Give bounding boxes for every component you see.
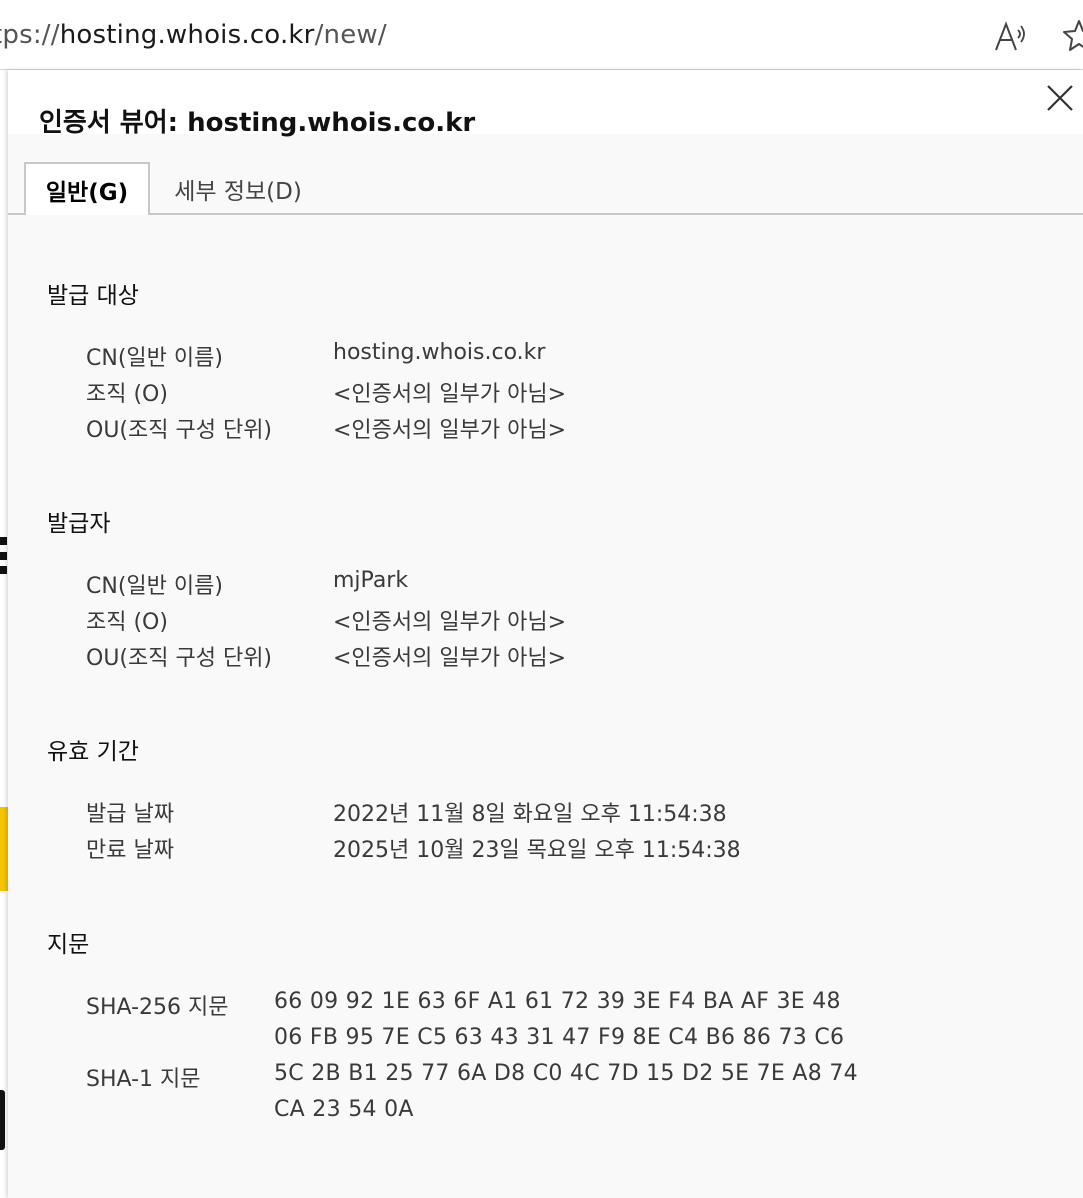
- address-bar[interactable]: tps://hosting.whois.co.kr/new/: [0, 0, 1083, 70]
- sha1-value-line2: CA 23 54 0A: [274, 1097, 414, 1122]
- issued-to-o-value: <인증서의 일부가 아님>: [333, 382, 567, 407]
- issued-by-o-value: <인증서의 일부가 아님>: [333, 610, 567, 635]
- tab-bar: 일반(G) 세부 정보(D): [8, 162, 1083, 215]
- issued-by-o-label: 조직 (O): [86, 610, 168, 635]
- sha256-label: SHA-256 지문: [86, 995, 229, 1020]
- sha1-value-line1: 5C 2B B1 25 77 6A D8 C0 4C 7D 15 D2 5E 7…: [274, 1061, 858, 1086]
- url-path: /new/: [314, 20, 387, 50]
- tab-details[interactable]: 세부 정보(D): [168, 162, 308, 215]
- dialog-title: 인증서 뷰어: hosting.whois.co.kr: [39, 108, 476, 138]
- tab-general[interactable]: 일반(G): [24, 162, 150, 215]
- sha256-value-line2: 06 FB 95 7E C5 63 43 31 47 F9 8E C4 B6 8…: [274, 1025, 845, 1050]
- url-prefix: tps://: [0, 20, 60, 50]
- sha256-value-line1: 66 09 92 1E 63 6F A1 61 72 39 3E F4 BA A…: [274, 989, 841, 1014]
- background-fragment: [0, 566, 7, 574]
- expiry-date-label: 만료 날짜: [86, 838, 174, 863]
- validity-heading: 유효 기간: [47, 739, 139, 765]
- background-banner-fragment: [0, 807, 8, 891]
- certificate-viewer-dialog: 인증서 뷰어: hosting.whois.co.kr 일반(G) 세부 정보(…: [8, 70, 1083, 1198]
- issued-to-o-label: 조직 (O): [86, 382, 168, 407]
- issued-to-cn-value: hosting.whois.co.kr: [333, 340, 546, 365]
- background-fragment: [0, 537, 7, 545]
- issued-to-ou-label: OU(조직 구성 단위): [86, 418, 273, 443]
- background-page: [0, 70, 8, 1198]
- url-text[interactable]: tps://hosting.whois.co.kr/new/: [0, 20, 387, 50]
- issued-by-cn-value: mjPark: [333, 568, 409, 593]
- favorite-star-icon[interactable]: [1062, 18, 1083, 54]
- background-fragment: [0, 1090, 5, 1150]
- issue-date-value: 2022년 11월 8일 화요일 오후 11:54:38: [333, 802, 727, 827]
- issued-to-cn-label: CN(일반 이름): [86, 346, 223, 371]
- issued-to-heading: 발급 대상: [47, 283, 139, 309]
- issued-by-ou-label: OU(조직 구성 단위): [86, 646, 273, 671]
- sha1-label: SHA-1 지문: [86, 1067, 201, 1092]
- close-icon[interactable]: [1038, 80, 1082, 120]
- expiry-date-value: 2025년 10월 23일 목요일 오후 11:54:38: [333, 838, 741, 863]
- issued-by-heading: 발급자: [47, 511, 111, 537]
- url-host: hosting.whois.co.kr: [59, 20, 315, 50]
- background-fragment: [0, 552, 7, 560]
- read-aloud-icon[interactable]: [994, 20, 1028, 54]
- dialog-header: 인증서 뷰어: hosting.whois.co.kr: [8, 70, 1083, 138]
- fingerprints-heading: 지문: [47, 932, 90, 958]
- issue-date-label: 발급 날짜: [86, 802, 174, 827]
- issued-by-cn-label: CN(일반 이름): [86, 574, 223, 599]
- issued-to-ou-value: <인증서의 일부가 아님>: [333, 418, 567, 443]
- issued-by-ou-value: <인증서의 일부가 아님>: [333, 646, 567, 671]
